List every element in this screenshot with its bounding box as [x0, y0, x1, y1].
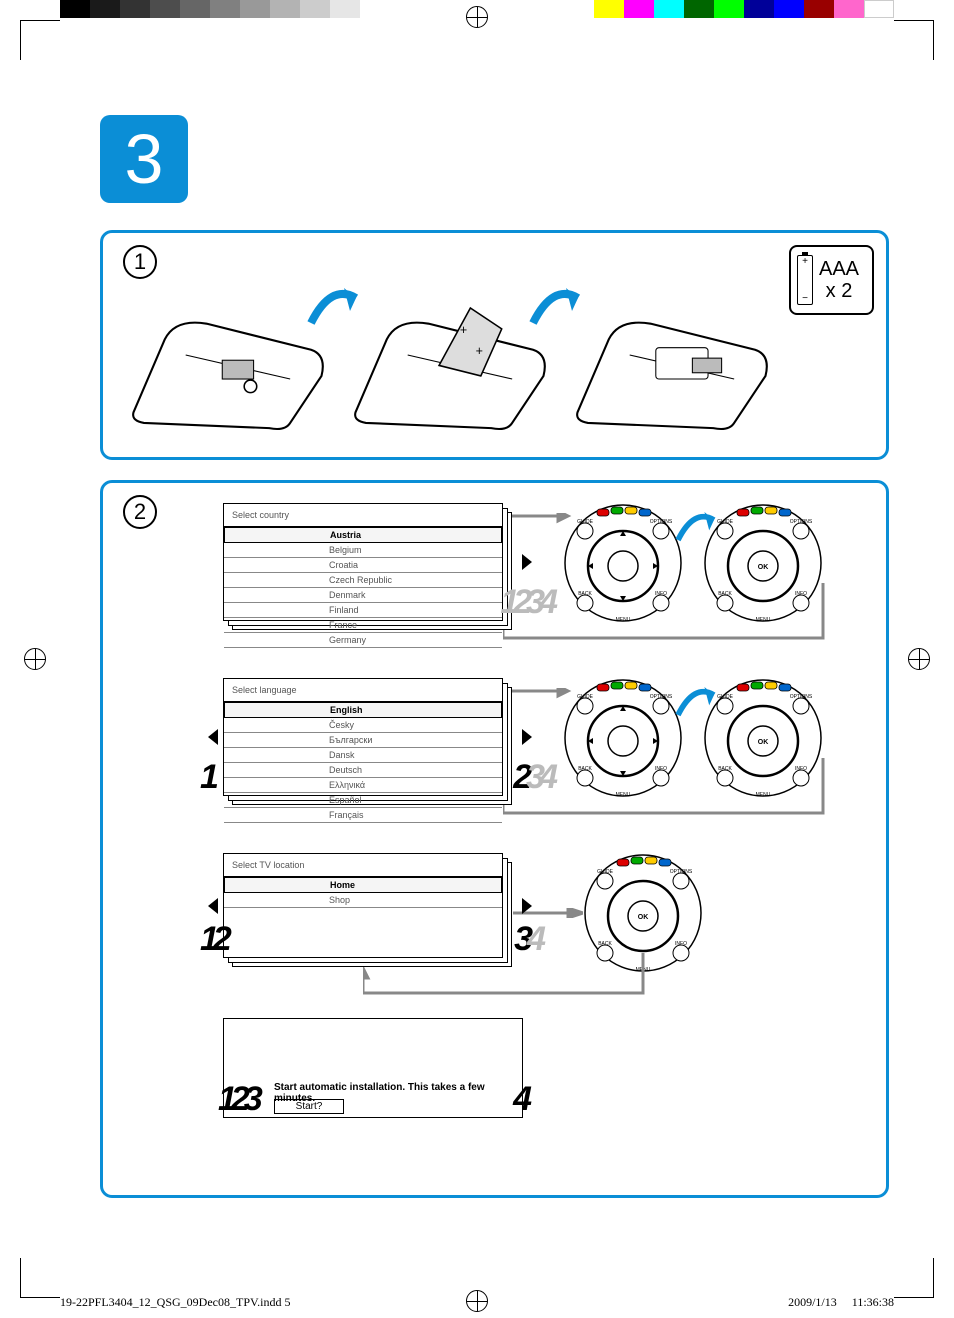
crop-mark [894, 20, 934, 60]
footer-filename: 19-22PFL3404_12_QSG_09Dec08_TPV.indd 5 [60, 1295, 290, 1310]
svg-text:INFO: INFO [675, 941, 687, 947]
step-ghost-num: 3 [244, 1080, 257, 1119]
footer-date: 2009/1/13 [788, 1295, 837, 1309]
battery-plus: + [802, 256, 808, 267]
menu-item: Czech Republic [224, 573, 502, 588]
country-menu: Select country AustriaBelgiumCroatiaCzec… [223, 503, 503, 621]
nav-right-icon [522, 729, 532, 745]
menu-title: Select country [232, 510, 327, 520]
crop-mark [20, 1258, 60, 1298]
crop-mark [20, 20, 60, 60]
step-ghost-num: 3 [526, 583, 539, 622]
step-ghost-num: 4 [539, 758, 552, 797]
page-content: 3 1 + − AAA x 2 [60, 60, 894, 1258]
svg-text:OPTIONS: OPTIONS [670, 869, 693, 875]
step-ghost-num: 1 [500, 583, 513, 622]
menu-item: English [224, 702, 502, 718]
registration-mark-icon [908, 648, 930, 670]
language-menu: Select language EnglishČeskyБългарскиDan… [223, 678, 503, 796]
menu-item: Belgium [224, 543, 502, 558]
remote-illustration [567, 263, 776, 447]
menu-item: Español [224, 793, 502, 808]
registration-mark-icon [24, 648, 46, 670]
menu-item: France [224, 618, 502, 633]
language-select-group: Select language EnglishČeskyБългарскиDan… [223, 678, 871, 818]
menu-item: Shop [224, 893, 502, 908]
arrow-icon [306, 283, 366, 333]
footer-time: 11:36:38 [852, 1295, 894, 1309]
menu-item: Deutsch [224, 763, 502, 778]
remote-illustration [123, 263, 332, 447]
step-ghost-num: 1 [200, 758, 213, 797]
battery-qty: x 2 [826, 280, 853, 302]
crop-mark [894, 1258, 934, 1298]
country-select-group: Select country AustriaBelgiumCroatiaCzec… [223, 503, 871, 643]
menu-item: Dansk [224, 748, 502, 763]
chapter-number-badge: 3 [100, 115, 188, 203]
install-start-button: Start? [274, 1099, 344, 1114]
menu-item: Български [224, 733, 502, 748]
location-select-group: Select TV location HomeShop 12 34 GUIDE [223, 853, 871, 993]
install-dialog: Start automatic installation. This takes… [223, 1018, 523, 1118]
battery-spec-label: + − AAA x 2 [789, 245, 874, 315]
menu-item: Austria [224, 527, 502, 543]
menu-item: Finland [224, 603, 502, 618]
nav-left-icon [208, 729, 218, 745]
svg-text:BACK: BACK [598, 941, 612, 947]
step-ghost-num: 4 [539, 583, 552, 622]
menu-item: Denmark [224, 588, 502, 603]
step-ghost-num: 1 [200, 920, 213, 959]
step-ghost-num: 2 [231, 1080, 244, 1119]
battery-icon: + − [797, 255, 813, 305]
auto-install-group: Start automatic installation. This takes… [223, 1018, 871, 1128]
menu-item: Česky [224, 718, 502, 733]
menu-item: Ελληνικά [224, 778, 502, 793]
menu-item: Germany [224, 633, 502, 648]
menu-item: Croatia [224, 558, 502, 573]
remote-illustration: + + [345, 263, 554, 447]
step-ghost-num: 2 [213, 920, 226, 959]
svg-text:+: + [476, 344, 483, 358]
menu-item: Français [224, 808, 502, 823]
menu-title: Select language [232, 685, 327, 695]
step-1-panel: 1 + − AAA x 2 + [100, 230, 889, 460]
step-ghost-num: 2 [513, 583, 526, 622]
step-number: 2 [123, 495, 157, 529]
battery-type: AAA [819, 258, 859, 280]
nav-right-icon [522, 554, 532, 570]
step-ghost-num: 1 [218, 1080, 231, 1119]
step-2-panel: 2 Select country AustriaBelgiumCroatiaCz… [100, 480, 889, 1198]
registration-mark-icon [466, 6, 488, 28]
svg-text:OK: OK [638, 914, 649, 921]
step-ghost-num: 4 [527, 920, 540, 959]
remote-battery-diagram: + + [123, 263, 776, 447]
nav-left-icon [208, 898, 218, 914]
step-ghost-num: 3 [514, 920, 527, 959]
svg-text:+: + [460, 323, 467, 337]
nav-right-icon [522, 898, 532, 914]
svg-text:GUIDE: GUIDE [597, 869, 614, 875]
location-menu: Select TV location HomeShop 12 34 [223, 853, 503, 958]
menu-item: Home [224, 877, 502, 893]
page-footer: 19-22PFL3404_12_QSG_09Dec08_TPV.indd 5 2… [60, 1295, 894, 1310]
menu-title: Select TV location [232, 860, 327, 870]
arrow-icon [528, 283, 588, 333]
battery-minus: − [802, 293, 808, 304]
step-ghost-num: 4 [513, 1080, 526, 1119]
step-ghost-num: 2 [513, 758, 526, 797]
step-ghost-num: 3 [526, 758, 539, 797]
